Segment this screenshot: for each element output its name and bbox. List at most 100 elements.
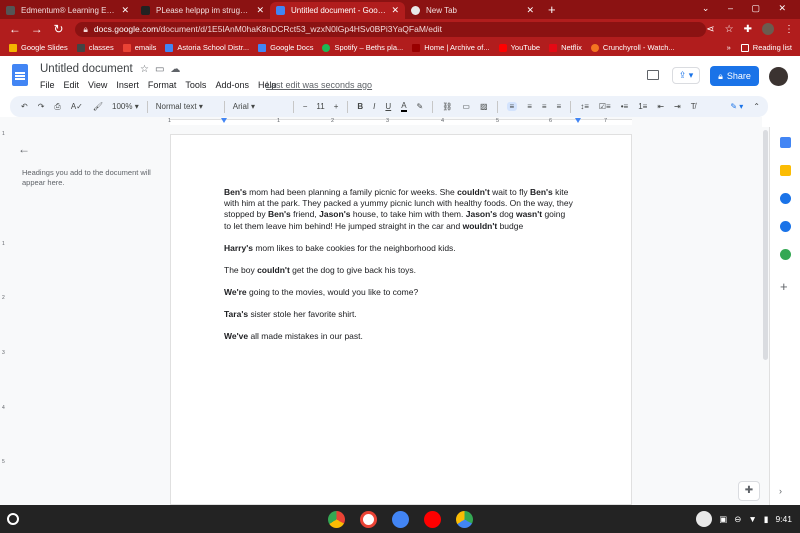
bookmark-youtube[interactable]: YouTube [498, 43, 540, 52]
decrease-indent-icon[interactable]: ⇤ [657, 102, 664, 111]
align-justify-icon[interactable]: ≡ [557, 102, 562, 111]
launcher-icon[interactable] [7, 513, 19, 525]
add-addon-icon[interactable]: + [780, 279, 788, 294]
close-tab-icon[interactable]: ✕ [391, 5, 399, 16]
menu-kebab-icon[interactable]: ⋮ [784, 24, 794, 35]
line-spacing-icon[interactable]: ↕≡ [580, 102, 589, 111]
paragraph-2[interactable]: Harry's mom likes to bake cookies for th… [224, 243, 574, 254]
contacts-icon[interactable] [780, 221, 791, 232]
share-button[interactable]: 🔒︎ Share [710, 66, 759, 86]
bookmark-star-icon[interactable]: ☆ [725, 24, 734, 35]
scroll-thumb[interactable] [763, 130, 768, 360]
menu-tools[interactable]: Tools [185, 80, 206, 90]
forward-arrow-icon[interactable]: → [30, 22, 44, 36]
paint-format-icon[interactable]: 🖌︎ [93, 102, 103, 111]
style-select[interactable]: Normal text ▾ [156, 102, 216, 111]
align-right-icon[interactable]: ≡ [542, 102, 547, 111]
image-icon[interactable]: ▨ [480, 102, 488, 111]
move-folder-icon[interactable]: ▭ [155, 64, 170, 75]
bookmark-emails[interactable]: emails [122, 43, 156, 52]
document-title[interactable]: Untitled document [40, 63, 133, 75]
keep-icon[interactable] [780, 165, 791, 176]
bookmark-astoria[interactable]: Astoria School Distr... [165, 43, 249, 52]
zoom-select[interactable]: 100% ▾ [112, 102, 139, 111]
docs-logo-icon[interactable] [12, 64, 28, 86]
paragraph-6[interactable]: We've all made mistakes in our past. [224, 331, 574, 342]
show-side-panel-icon[interactable]: › [779, 486, 782, 496]
link-icon[interactable]: ⛓︎ [442, 102, 452, 111]
clear-format-icon[interactable]: T̸ [691, 102, 696, 111]
menu-file[interactable]: File [40, 80, 55, 90]
align-left-icon[interactable]: ≡ [506, 102, 518, 111]
close-outline-arrow-icon[interactable]: ← [18, 142, 30, 156]
italic-icon[interactable]: I [373, 102, 375, 111]
text-color-icon[interactable]: A [401, 101, 407, 112]
explore-button[interactable]: ✚ [738, 481, 760, 501]
menu-edit[interactable]: Edit [64, 80, 80, 90]
gmail-app-icon[interactable] [360, 511, 377, 528]
profile-avatar[interactable] [762, 23, 774, 35]
increase-indent-icon[interactable]: ⇥ [674, 102, 681, 111]
close-tab-icon[interactable]: ✕ [526, 5, 534, 16]
holding-space-icon[interactable] [696, 511, 713, 527]
present-button[interactable]: ⇪ ▾ [672, 67, 700, 84]
paragraph-4[interactable]: We're going to the movies, would you lik… [224, 287, 574, 298]
increase-size-icon[interactable]: + [334, 102, 339, 111]
menu-insert[interactable]: Insert [116, 80, 139, 90]
share-page-icon[interactable]: ⋖ [706, 24, 714, 35]
menu-format[interactable]: Format [148, 80, 177, 90]
decrease-size-icon[interactable]: − [303, 102, 308, 111]
back-arrow-icon[interactable]: ← [8, 22, 22, 36]
font-select[interactable]: Arial ▾ [233, 102, 285, 111]
menu-view[interactable]: View [88, 80, 107, 90]
youtube-app-icon[interactable] [424, 511, 441, 528]
url-field[interactable]: 🔒︎ docs.google.com /document/d/1E5lAnM0h… [75, 21, 707, 37]
paragraph-1[interactable]: Ben's mom had been planning a family pic… [224, 187, 574, 232]
redo-icon[interactable]: ↷ [38, 102, 45, 111]
bookmark-google-docs[interactable]: Google Docs [258, 43, 313, 52]
bookmark-netflix[interactable]: Netflix [549, 43, 582, 52]
menu-addons[interactable]: Add-ons [215, 80, 249, 90]
undo-icon[interactable]: ↶ [21, 102, 28, 111]
collapse-menus-icon[interactable]: ⌃ [753, 102, 760, 111]
browser-tab[interactable]: Edmentum® Learning Environme ✕ [0, 2, 135, 19]
docs-app-icon[interactable] [392, 511, 409, 528]
left-indent-marker[interactable] [221, 118, 227, 123]
font-size-field[interactable]: 11 [316, 102, 324, 111]
spellcheck-icon[interactable]: A✓ [71, 102, 83, 111]
tasks-icon[interactable] [780, 193, 791, 204]
chrome-app-icon[interactable] [328, 511, 345, 528]
calendar-icon[interactable] [780, 137, 791, 148]
bookmark-google-slides[interactable]: Google Slides [9, 43, 68, 52]
checklist-icon[interactable]: ☑≡ [599, 102, 611, 111]
editing-mode-icon[interactable]: ✎ ▾ [730, 102, 743, 111]
comments-icon[interactable] [647, 70, 659, 80]
bold-icon[interactable]: B [357, 102, 363, 111]
last-edit-link[interactable]: Last edit was seconds ago [266, 80, 372, 90]
print-icon[interactable]: ⎙ [54, 102, 60, 112]
reload-icon[interactable]: ↻ [52, 22, 66, 36]
bookmark-archive[interactable]: Home | Archive of... [412, 43, 490, 52]
reading-list[interactable]: » Reading list [727, 43, 792, 52]
account-avatar[interactable] [769, 67, 788, 86]
align-center-icon[interactable]: ≡ [527, 102, 532, 111]
screen-capture-icon[interactable]: ▣ [719, 514, 727, 525]
browser-tab-active[interactable]: Untitled document - Google Docs ✕ [270, 2, 405, 19]
comment-add-icon[interactable]: ▭ [462, 102, 470, 111]
bookmark-crunchyroll[interactable]: Crunchyroll - Watch... [590, 43, 675, 52]
bulleted-list-icon[interactable]: •≡ [621, 102, 628, 111]
bookmark-spotify[interactable]: Spotify – Beths pla... [322, 43, 403, 52]
vertical-scrollbar[interactable] [762, 127, 769, 505]
new-tab-icon[interactable]: + [548, 2, 556, 17]
more-bookmarks-icon[interactable]: » [727, 43, 731, 52]
numbered-list-icon[interactable]: 1≡ [638, 102, 647, 111]
highlight-icon[interactable]: ✎ [417, 102, 424, 111]
right-indent-marker[interactable] [575, 118, 581, 123]
extensions-icon[interactable]: ✚ [744, 24, 752, 35]
window-controls-icon[interactable]: ⌄ – ▢ ✕ [702, 3, 794, 14]
maps-icon[interactable] [780, 249, 791, 260]
status-tray[interactable]: ▣ ⊖ ▼ ▮ 9:41 [696, 511, 792, 527]
browser-tab[interactable]: PLease helppp im struggling - Br ✕ [135, 2, 270, 19]
browser-tab[interactable]: New Tab ✕ [405, 2, 540, 19]
bookmark-classes[interactable]: classes [76, 43, 114, 52]
